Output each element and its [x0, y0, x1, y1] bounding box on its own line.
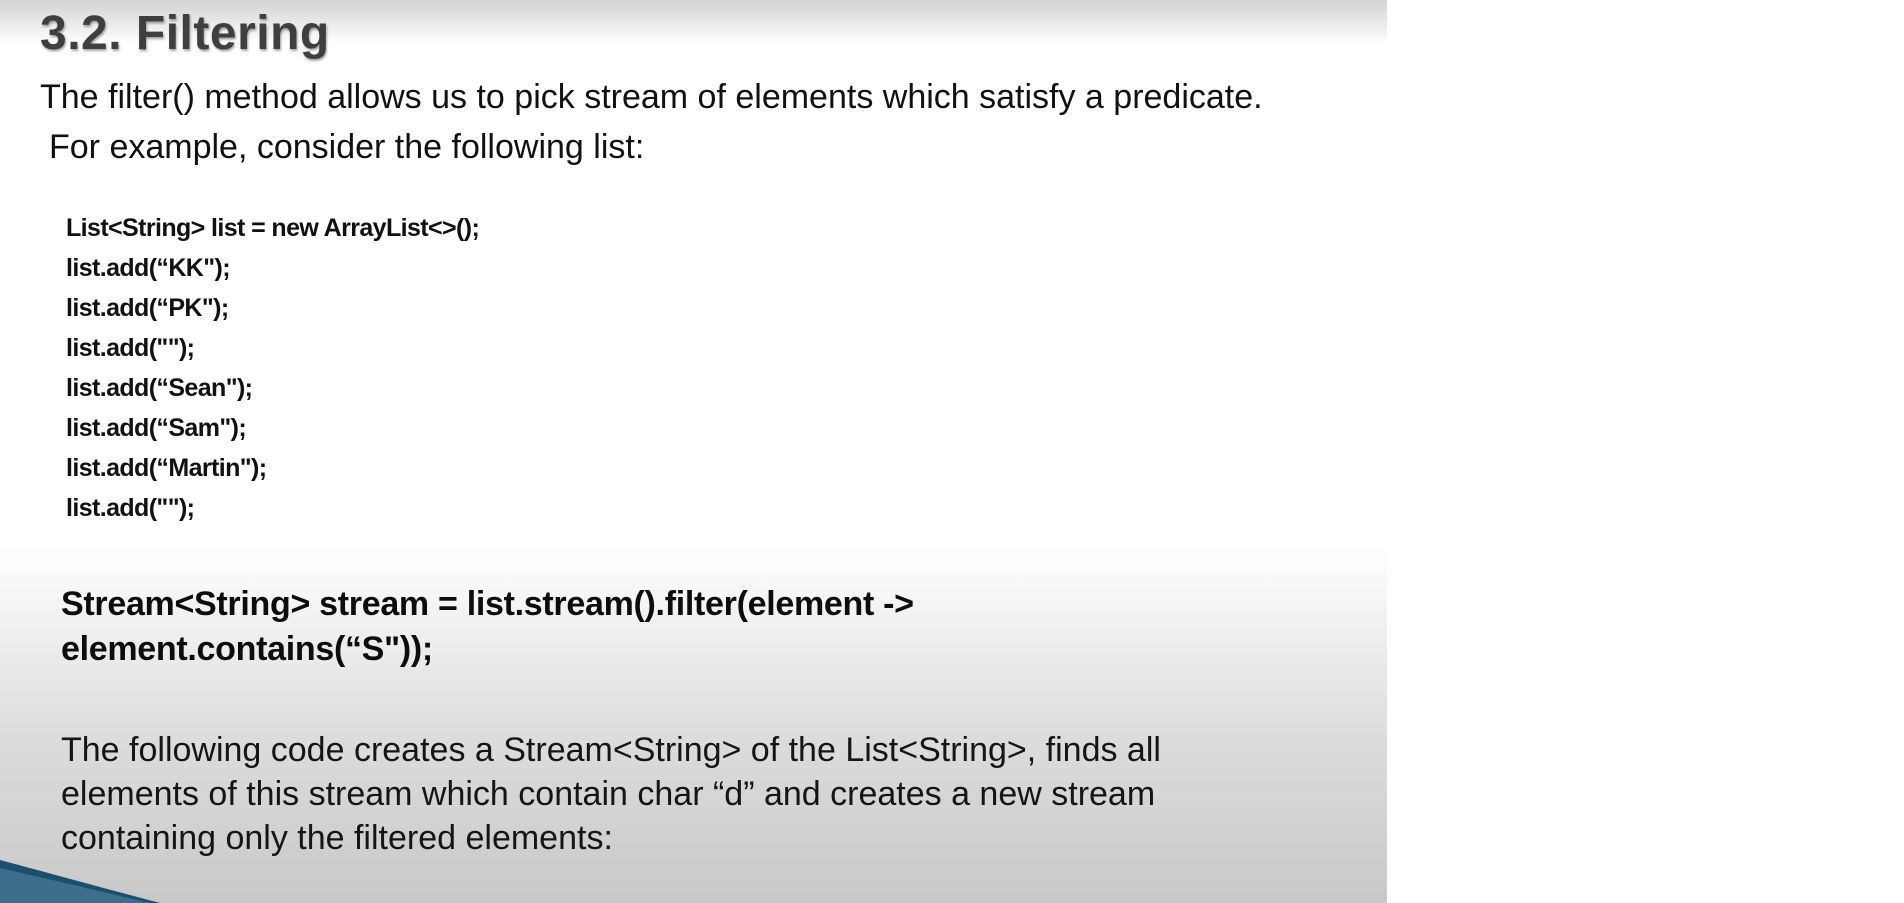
- intro-line: For example, consider the following list…: [49, 128, 645, 166]
- intro-paragraph: The filter() method allows us to pick st…: [40, 72, 1263, 172]
- slide-title: 3.2. Filtering: [40, 7, 330, 60]
- decorative-swoosh: [0, 860, 160, 903]
- code-line: List<String> list = new ArrayList<>();: [66, 214, 480, 242]
- explanation-line: elements of this stream which contain ch…: [61, 775, 1156, 813]
- explanation-paragraph: The following code creates a Stream<Stri…: [61, 728, 1161, 860]
- code-line: list.add(“Martin");: [66, 454, 267, 482]
- code-line: Stream<String> stream = list.stream().fi…: [61, 585, 914, 623]
- explanation-line: containing only the filtered elements:: [61, 819, 613, 857]
- code-line: list.add("");: [66, 334, 195, 362]
- explanation-line: The following code creates a Stream<Stri…: [61, 731, 1161, 769]
- intro-line: The filter() method allows us to pick st…: [40, 78, 1263, 116]
- code-line: list.add(“Sean");: [66, 374, 253, 402]
- code-line: list.add("");: [66, 494, 195, 522]
- code-line: list.add(“KK");: [66, 254, 231, 282]
- code-line: element.contains(“S"));: [61, 630, 433, 668]
- presentation-slide: 3.2. Filtering The filter() method allow…: [0, 0, 1387, 903]
- list-code-block: List<String> list = new ArrayList<>(); l…: [66, 208, 480, 528]
- code-line: list.add(“PK");: [66, 294, 229, 322]
- code-line: list.add(“Sam");: [66, 414, 247, 442]
- stream-code-block: Stream<String> stream = list.stream().fi…: [61, 582, 914, 672]
